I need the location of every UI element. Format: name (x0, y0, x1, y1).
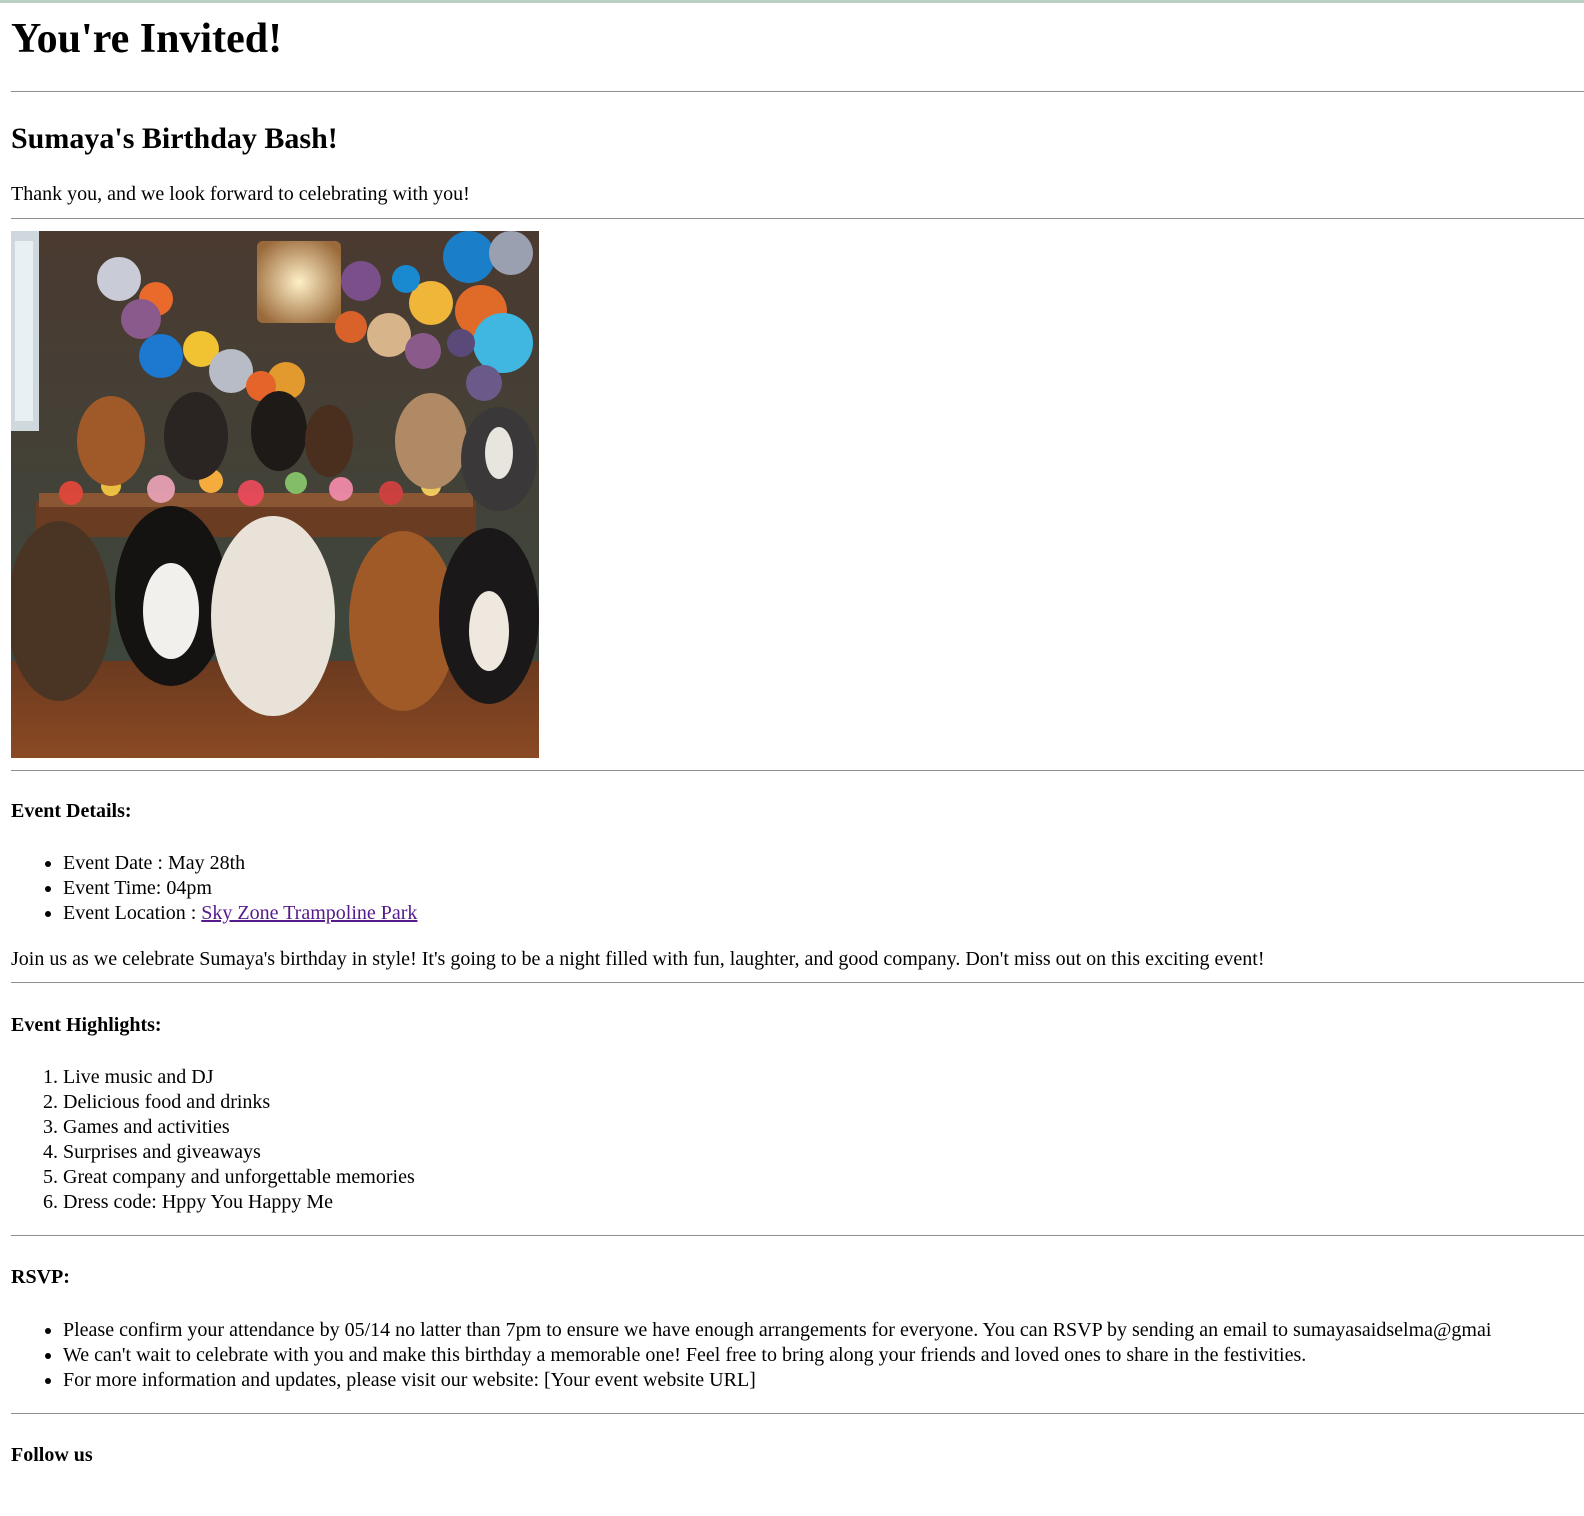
event-highlights-list: Live music and DJ Delicious food and dri… (11, 1065, 415, 1215)
event-highlights-heading: Event Highlights: (11, 1014, 162, 1036)
rsvp-item: For more information and updates, please… (63, 1368, 1491, 1393)
divider (11, 91, 1584, 92)
event-location: Event Location : Sky Zone Trampoline Par… (63, 901, 417, 926)
follow-us-heading: Follow us (11, 1444, 93, 1466)
highlight-item: Surprises and giveaways (63, 1140, 415, 1165)
divider (11, 1413, 1584, 1414)
event-date: Event Date : May 28th (63, 851, 417, 876)
event-location-label: Event Location : (63, 902, 202, 924)
event-description: Join us as we celebrate Sumaya's birthda… (11, 948, 1265, 970)
rsvp-heading: RSVP: (11, 1266, 70, 1288)
highlight-item: Live music and DJ (63, 1065, 415, 1090)
party-title: Sumaya's Birthday Bash! (11, 122, 338, 155)
divider (11, 1235, 1584, 1236)
highlight-item: Great company and unforgettable memories (63, 1165, 415, 1190)
divider (11, 218, 1584, 219)
divider (11, 982, 1584, 983)
window-top-edge (0, 0, 1584, 3)
event-details-list: Event Date : May 28th Event Time: 04pm E… (11, 851, 417, 926)
event-time: Event Time: 04pm (63, 876, 417, 901)
event-location-link[interactable]: Sky Zone Trampoline Park (201, 902, 417, 924)
rsvp-item: Please confirm your attendance by 05/14 … (63, 1318, 1491, 1343)
rsvp-item: We can't wait to celebrate with you and … (63, 1343, 1491, 1368)
divider (11, 770, 1584, 771)
rsvp-list: Please confirm your attendance by 05/14 … (11, 1318, 1491, 1393)
page-title: You're Invited! (11, 16, 283, 62)
event-details-heading: Event Details: (11, 800, 132, 822)
intro-text: Thank you, and we look forward to celebr… (11, 183, 470, 205)
highlight-item: Dress code: Hppy You Happy Me (63, 1190, 415, 1215)
highlight-item: Delicious food and drinks (63, 1090, 415, 1115)
highlight-item: Games and activities (63, 1115, 415, 1140)
party-photo-dogs (11, 231, 539, 758)
